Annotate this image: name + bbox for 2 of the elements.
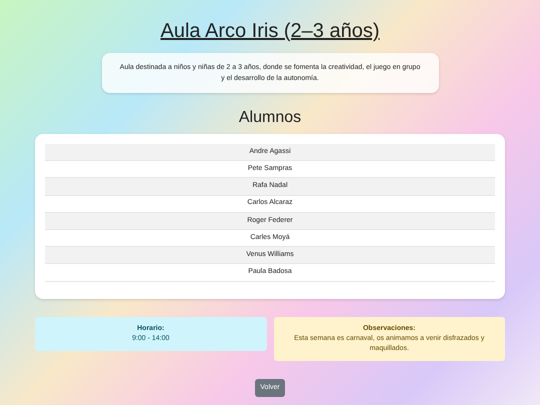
section-heading: Alumnos (238, 108, 302, 128)
page-title: Aula Arco Iris (2–3 años) (160, 19, 380, 44)
